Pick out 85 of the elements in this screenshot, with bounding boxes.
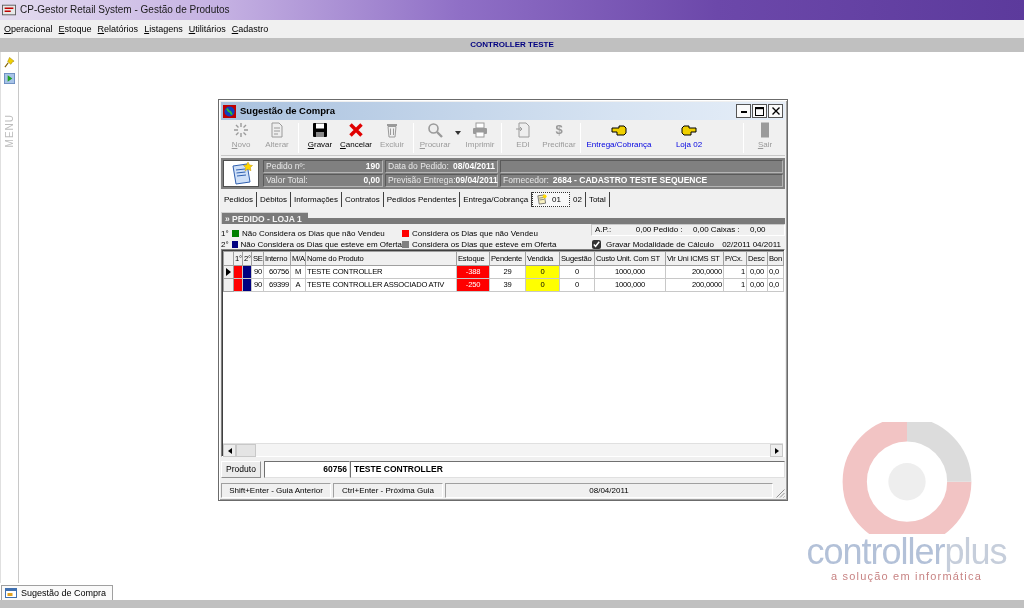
- save-button[interactable]: Gravar: [302, 120, 338, 155]
- delivery-button[interactable]: Entrega/Cobrança: [584, 120, 654, 155]
- cancel-button[interactable]: Cancelar: [338, 120, 374, 155]
- bin-icon: [384, 121, 400, 138]
- right-arrow-icon: [774, 447, 779, 454]
- menu-item[interactable]: Listagens: [141, 20, 186, 38]
- document-icon: [515, 121, 531, 138]
- legend-order-label: 1°: [221, 228, 230, 239]
- checkbox-label: Gravar Modalidade de Cálculo: [606, 239, 715, 250]
- tab[interactable]: 01: [532, 192, 570, 207]
- scrollbar-thumb[interactable]: [236, 444, 256, 457]
- scroll-right-button[interactable]: [770, 444, 783, 457]
- period-text: 02/2011 04/2011: [722, 239, 781, 250]
- maximize-button[interactable]: [752, 104, 767, 118]
- taskbar-button[interactable]: Sugestão de Compra: [1, 585, 114, 600]
- resize-grip-icon[interactable]: [775, 488, 785, 498]
- tab[interactable]: Pedidos Pendentes: [383, 192, 461, 207]
- field-value: 0,00: [363, 175, 380, 186]
- product-label: Produto: [221, 460, 261, 478]
- field-label: Valor Total:: [266, 175, 308, 186]
- menu-item[interactable]: Estoque: [55, 20, 95, 38]
- field-value: 08/04/2011: [452, 161, 496, 172]
- cross-icon: [348, 121, 364, 138]
- field-value: 09/04/2011: [455, 175, 498, 186]
- row-selector[interactable]: [223, 265, 234, 279]
- field-label: Data do Pedido:: [388, 161, 449, 172]
- document-icon: [269, 121, 285, 138]
- field-value: 190: [365, 161, 380, 172]
- menu-item[interactable]: Relatórios: [94, 20, 142, 38]
- status-panel: 08/04/2011: [445, 483, 773, 498]
- field-label: Pedido nº:: [266, 161, 306, 172]
- globe-icon: [223, 104, 236, 118]
- horizontal-scrollbar[interactable]: [223, 443, 783, 456]
- tab[interactable]: 02: [570, 192, 586, 207]
- close-icon: [771, 107, 780, 115]
- menu-item[interactable]: Utilitários: [185, 20, 229, 38]
- notepad-icon: [536, 194, 548, 205]
- field-value: 2684 - CADASTRO TESTE SEQUENCE: [552, 175, 708, 186]
- pin-icon[interactable]: [4, 57, 15, 68]
- legend-text: Considera os Dias que esteve em Oferta: [412, 239, 557, 250]
- search-icon: [427, 121, 443, 138]
- tab[interactable]: Total: [585, 192, 610, 207]
- tab[interactable]: Contratos: [342, 192, 384, 207]
- sparkle-icon: [233, 121, 249, 138]
- minimize-button[interactable]: [736, 104, 751, 118]
- minimize-icon: [740, 111, 747, 113]
- field-label: Fornecedor:: [503, 175, 549, 186]
- scroll-left-button[interactable]: [223, 444, 236, 457]
- store-button[interactable]: Loja 02: [654, 120, 724, 155]
- status-panel: Shift+Enter - Guia Anterior: [221, 483, 331, 498]
- maximize-icon: [755, 106, 764, 116]
- legend-text: Considera os Dias que não Vendeu: [412, 228, 538, 239]
- window-icon: [5, 588, 17, 598]
- status-panel: Ctrl+Enter - Próxima Guia: [333, 483, 443, 498]
- legend-order-label: 2°: [221, 239, 230, 250]
- totals-value: 0,00: [634, 225, 652, 235]
- close-button[interactable]: [768, 104, 783, 118]
- checkbox[interactable]: [592, 239, 601, 249]
- totals-value: 0,00: [749, 225, 766, 235]
- logo-wordmark: controllerplus: [805, 534, 1008, 570]
- legend-text: Não Considera os Dias que não Vendeu: [242, 228, 385, 239]
- product-name-field: TESTE CONTROLLER: [350, 460, 785, 478]
- notepad-icon: [223, 160, 259, 187]
- legend-text: Não Considera os Dias que esteve em Oferta: [240, 239, 402, 250]
- current-row-icon: [226, 268, 231, 276]
- left-arrow-icon: [227, 447, 232, 454]
- dollar-icon: $: [555, 121, 563, 138]
- tab[interactable]: Informações: [291, 192, 343, 207]
- totals-value: 0,00: [692, 225, 709, 235]
- dialog-title: Sugestão de Compra: [240, 105, 336, 117]
- product-code-field: 60756: [264, 460, 350, 478]
- printer-icon: [472, 121, 488, 138]
- field-label: Previsão Entrega:: [388, 175, 456, 186]
- app-icon: [2, 3, 16, 17]
- row-selector-header: [223, 251, 234, 266]
- banner-text: CONTROLLER TESTE: [470, 40, 554, 50]
- tab[interactable]: Débitos: [256, 192, 292, 207]
- menu-item[interactable]: Operacional: [1, 20, 56, 38]
- menu-item[interactable]: Cadastro: [228, 20, 272, 38]
- tab[interactable]: Pedidos: [221, 192, 257, 207]
- totals-label: A.P.:: [595, 225, 612, 235]
- caret-icon: [454, 130, 461, 135]
- totals-label: Pedido :: [653, 225, 683, 235]
- app-title: CP-Gestor Retail System - Gestão de Produtos: [20, 4, 230, 16]
- totals-label: Caixas :: [710, 225, 740, 235]
